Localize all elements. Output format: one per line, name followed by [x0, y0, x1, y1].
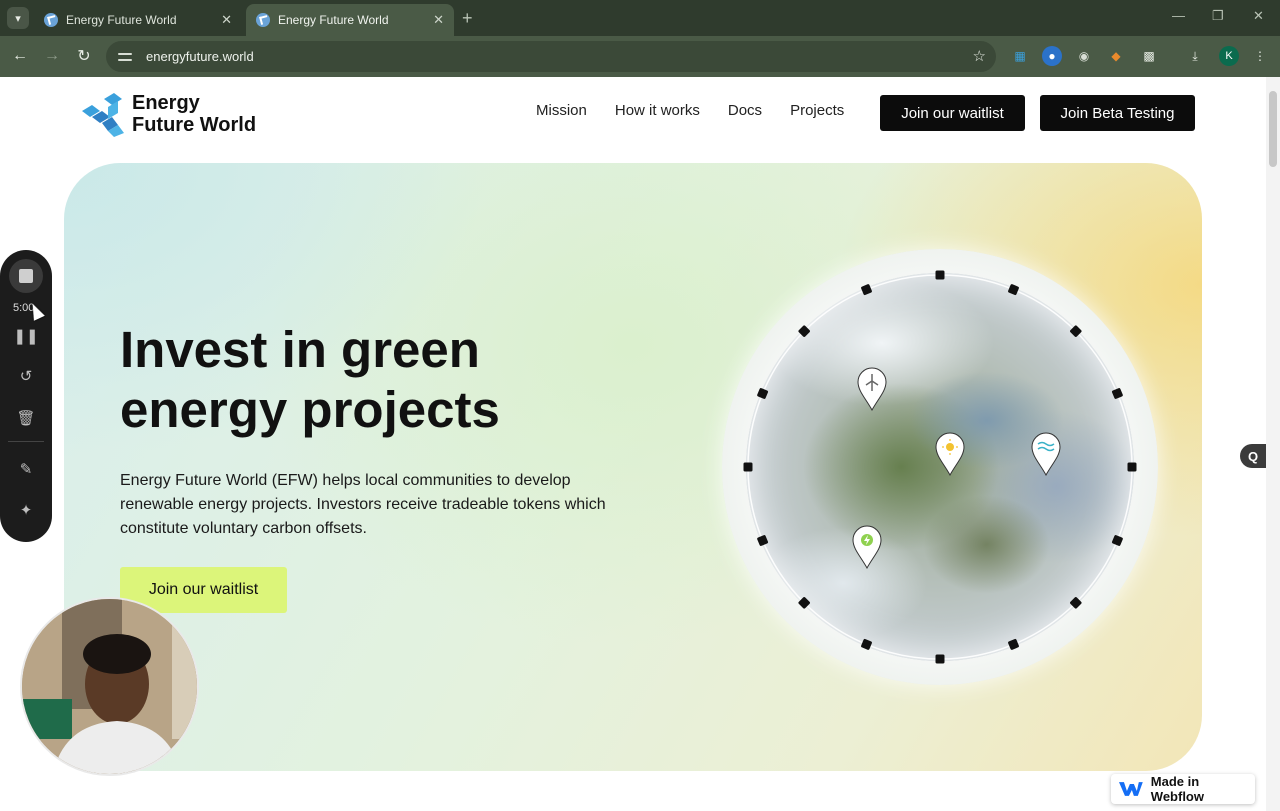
browser-menu-icon[interactable]: ⋮	[1250, 46, 1270, 66]
scrollbar-thumb[interactable]	[1269, 91, 1277, 167]
logo-wordmark: Energy Future World	[132, 92, 256, 136]
orbit-dot	[1127, 462, 1137, 472]
battery-charge-icon[interactable]	[852, 525, 882, 569]
extensions-puzzle-icon[interactable]: ▩	[1139, 46, 1159, 66]
wind-turbine-icon[interactable]	[857, 367, 887, 411]
tab-close-icon[interactable]: ✕	[221, 12, 232, 28]
restart-icon[interactable]: ↺	[15, 365, 37, 387]
orbit-dot	[1111, 535, 1123, 546]
pause-icon[interactable]: ❚❚	[13, 325, 38, 347]
restore-icon[interactable]: ❐	[1212, 8, 1224, 24]
url-text: energyfuture.world	[146, 49, 254, 64]
webflow-badge-text: Made in Webflow	[1150, 774, 1204, 804]
tab-search-chevron-icon[interactable]: ▾	[7, 7, 29, 29]
sun-icon[interactable]	[935, 432, 965, 476]
presenter-video-image	[22, 599, 197, 774]
orbit-dot	[861, 284, 872, 296]
main-nav: Mission How it works Docs Projects	[536, 102, 872, 119]
hero-title-line-2: energy projects	[120, 381, 500, 438]
logo-line-1: Energy	[132, 92, 200, 114]
site-settings-icon[interactable]	[118, 50, 134, 64]
extension-edge-icon[interactable]: ●	[1042, 46, 1062, 66]
trash-icon[interactable]: 🗑	[15, 407, 37, 429]
orbit-dot	[1008, 638, 1019, 650]
globe-illustration	[722, 249, 1158, 685]
address-bar[interactable]: energyfuture.world ☆	[106, 41, 996, 72]
site-logo[interactable]: Energy Future World	[80, 91, 256, 137]
camera-icon[interactable]: ◉	[1074, 46, 1094, 66]
browser-tab-bar: ▾ Energy Future World ✕ Energy Future Wo…	[0, 0, 1280, 36]
browser-tab-1[interactable]: Energy Future World ✕	[34, 4, 242, 36]
orbit-dot	[743, 462, 753, 472]
made-in-webflow-badge[interactable]: Made in Webflow	[1111, 774, 1255, 804]
tab-title: Energy Future World	[278, 13, 389, 27]
nav-how-it-works[interactable]: How it works	[615, 102, 700, 119]
site-favicon-icon	[256, 13, 270, 27]
back-arrow-icon[interactable]: ←	[9, 45, 31, 67]
profile-avatar[interactable]: K	[1219, 46, 1239, 66]
fox-wallet-icon[interactable]: ◆	[1106, 46, 1126, 66]
tab-title: Energy Future World	[66, 13, 177, 27]
page-scrollbar[interactable]	[1266, 77, 1280, 811]
orbit-dot	[1111, 388, 1123, 399]
forward-arrow-icon[interactable]: →	[41, 45, 63, 67]
logo-line-2: Future World	[132, 114, 257, 136]
minimize-icon[interactable]: —	[1172, 8, 1185, 23]
screen-recorder-panel: 5:00 ❚❚ ↺ 🗑 ✎ ✦	[0, 250, 52, 542]
browser-tab-2-active[interactable]: Energy Future World ✕	[246, 4, 454, 36]
nav-projects[interactable]: Projects	[790, 102, 844, 119]
bookmark-star-icon[interactable]: ☆	[973, 47, 986, 65]
water-wave-icon[interactable]	[1031, 432, 1061, 476]
magic-wand-icon[interactable]: ✦	[15, 499, 37, 521]
stop-recording-button[interactable]	[9, 259, 43, 293]
orbit-dot	[935, 270, 945, 280]
close-window-icon[interactable]: ✕	[1253, 8, 1264, 24]
download-icon[interactable]: ⤓	[1185, 46, 1205, 66]
hero-section: Invest in green energy projects Energy F…	[64, 163, 1202, 771]
orbit-dot	[757, 535, 769, 546]
recorder-divider	[8, 441, 44, 442]
new-tab-plus-icon[interactable]: +	[462, 8, 473, 29]
webflow-logo-icon	[1119, 782, 1143, 796]
nav-mission[interactable]: Mission	[536, 102, 587, 119]
webcam-bubble[interactable]	[20, 597, 199, 776]
reload-icon[interactable]: ↻	[73, 45, 95, 67]
extension-box-icon[interactable]: ▦	[1010, 46, 1030, 66]
hero-title-line-1: Invest in green	[120, 321, 480, 378]
pen-draw-icon[interactable]: ✎	[15, 458, 37, 480]
nav-docs[interactable]: Docs	[728, 102, 762, 119]
hero-description: Energy Future World (EFW) helps local co…	[120, 472, 606, 537]
orbit-dot	[935, 654, 945, 664]
join-beta-testing-button[interactable]: Join Beta Testing	[1040, 95, 1195, 131]
browser-toolbar: ← → ↻ energyfuture.world ☆ ▦ ● ◉ ◆ ▩ ⤓ K…	[0, 36, 1280, 77]
orbit-dot	[861, 638, 872, 650]
orbit-dot	[1008, 284, 1019, 296]
orbit-dot	[757, 388, 769, 399]
site-favicon-icon	[44, 13, 58, 27]
tab-close-icon[interactable]: ✕	[433, 12, 444, 28]
logo-icon	[82, 93, 124, 137]
side-widget-badge[interactable]: Q	[1240, 444, 1266, 468]
hero-title: Invest in green energy projects	[120, 320, 640, 440]
join-waitlist-button[interactable]: Join our waitlist	[880, 95, 1025, 131]
